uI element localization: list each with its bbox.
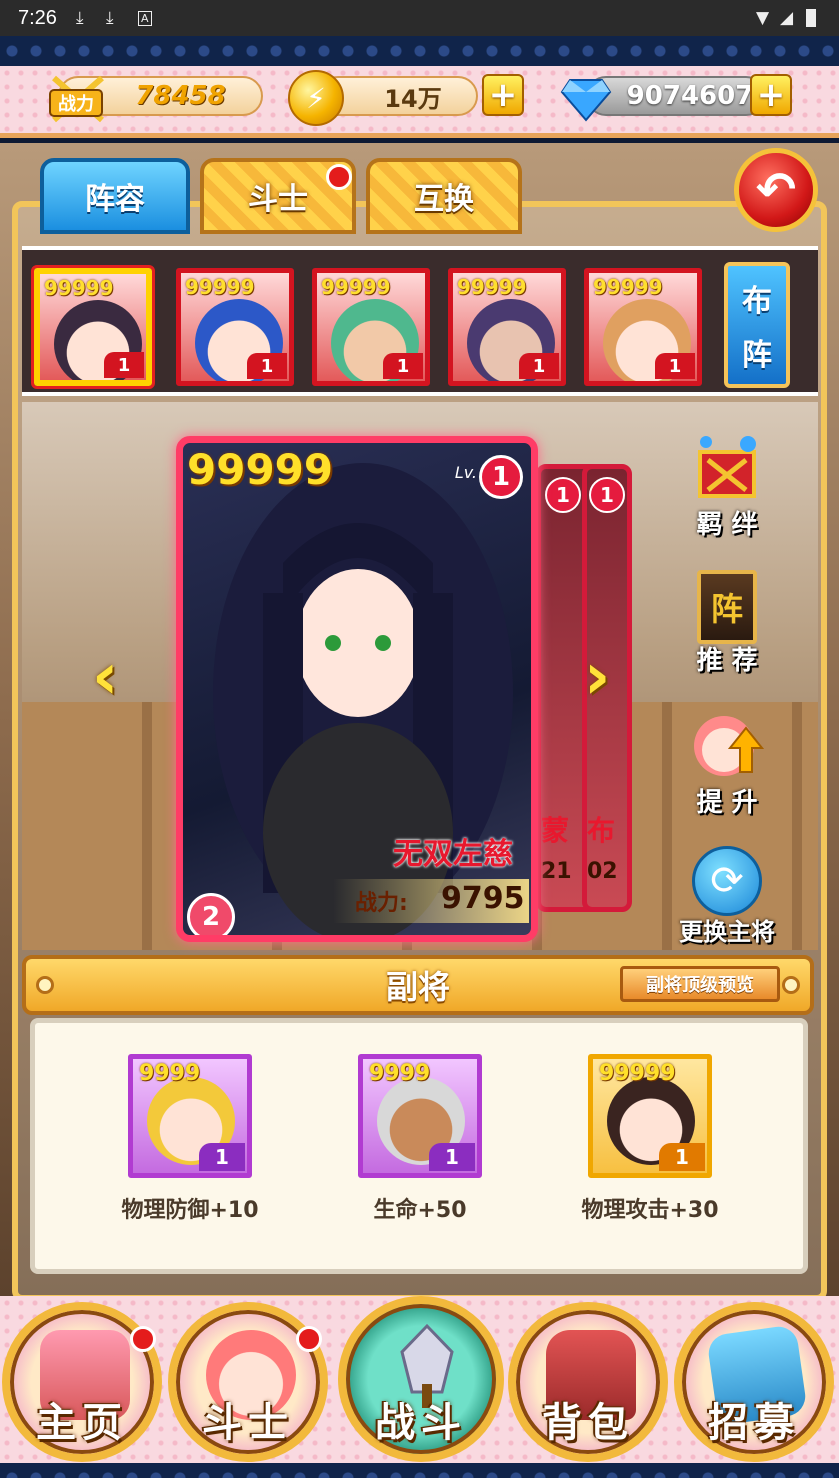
card-power: 02: [587, 859, 618, 884]
formation-book-icon: 阵: [697, 570, 757, 644]
tab-swap[interactable]: 互换: [366, 158, 522, 234]
nav-recruit[interactable]: 招募: [674, 1302, 834, 1462]
sub-general-slot[interactable]: 9999 1: [358, 1054, 482, 1178]
swap-cycle-icon: ⟳: [692, 846, 762, 916]
card-level: 1: [545, 477, 581, 513]
sub-general-bonus: 生命+50: [373, 1198, 467, 1223]
card-name: 布: [587, 814, 616, 847]
notification-badge: [130, 1326, 156, 1352]
recommend-button[interactable]: 阵 推 荐: [672, 570, 782, 677]
card-level: 1: [589, 477, 625, 513]
upgrade-arrow-icon: [694, 716, 765, 776]
sub-generals-title: 副将: [385, 968, 450, 1006]
wifi-icon: ▼: [756, 8, 770, 28]
next-hero-arrow[interactable]: ›: [584, 640, 610, 714]
back-button[interactable]: ↶: [734, 148, 818, 232]
change-leader-label: 更换主将: [679, 918, 775, 946]
lineup-hero-slot[interactable]: 99999 1: [312, 268, 430, 386]
hero-name: 无双左慈: [393, 837, 513, 872]
top-preview-button[interactable]: 副将顶级预览: [620, 966, 780, 1002]
recommend-label: 推 荐: [696, 646, 758, 676]
a-icon: A: [138, 11, 152, 26]
power-label: 战力: [58, 94, 94, 115]
star-count: 99999: [593, 275, 663, 299]
hero-level: 1: [199, 1143, 245, 1171]
bond-label: 羁 绊: [696, 510, 758, 540]
download-icon: ⤓: [106, 8, 114, 28]
top-border-band: [0, 36, 839, 66]
formation-label: 布: [742, 284, 772, 319]
star-count: 99999: [185, 275, 255, 299]
rivet-decoration: [36, 976, 54, 994]
hero-level: 1: [383, 353, 423, 379]
star-count: 99999: [187, 445, 334, 494]
sub-general-bonus: 物理防御+10: [121, 1198, 259, 1223]
lineup-hero-slot[interactable]: 99999 1: [448, 268, 566, 386]
previous-hero-arrow[interactable]: ‹: [92, 640, 118, 714]
star-count: 99999: [321, 275, 391, 299]
status-time: 7:26: [18, 7, 57, 29]
notification-badge: [326, 164, 352, 190]
sub-general-slot[interactable]: 99999 1: [588, 1054, 712, 1178]
download-icon: ⤓: [76, 8, 84, 28]
crossed-swords-icon: 战力: [49, 75, 104, 123]
signal-icon: ◢: [780, 8, 794, 28]
bottom-border-band: [0, 1463, 839, 1478]
nav-fighters-label: 斗士: [202, 1400, 294, 1446]
star-count: 99999: [457, 275, 527, 299]
nav-home-label: 主页: [36, 1400, 128, 1446]
hero-level: 1: [429, 1143, 475, 1171]
hero-level: 1: [519, 353, 559, 379]
lineup-hero-slot[interactable]: 99999 1: [584, 268, 702, 386]
star-count: 9999: [139, 1061, 201, 1086]
star-count: 99999: [599, 1061, 676, 1086]
sub-general-bonus: 物理攻击+30: [581, 1198, 719, 1223]
star-count: 9999: [369, 1061, 431, 1086]
battery-icon: [806, 9, 816, 27]
main-hero-card[interactable]: 99999 Lv. 1 无双左慈 战力: 9795 2: [176, 436, 538, 942]
tab-lineup[interactable]: 阵容: [40, 158, 190, 234]
nav-bag[interactable]: 背包: [508, 1302, 668, 1462]
nav-bag-label: 背包: [542, 1400, 634, 1446]
power-label: 战力:: [355, 891, 408, 916]
bond-icon: [698, 436, 756, 498]
lineup-hero-slot[interactable]: 99999 1: [31, 265, 155, 389]
hero-level: 1: [655, 353, 695, 379]
nav-recruit-label: 招募: [708, 1400, 800, 1446]
level-label: Lv.: [454, 463, 477, 482]
hero-rank: 2: [187, 893, 235, 935]
notification-badge: [296, 1326, 322, 1352]
hero-level: 1: [659, 1143, 705, 1171]
lineup-hero-slot[interactable]: 99999 1: [176, 268, 294, 386]
formation-label: 阵: [742, 338, 772, 373]
bond-button[interactable]: 羁 绊: [672, 430, 782, 541]
hero-level: 1: [479, 455, 523, 499]
resource-bar: 78458 战力 14万 ⚡ + 9074607 +: [0, 66, 839, 138]
nav-battle[interactable]: 战斗: [338, 1296, 504, 1462]
sub-general-slot[interactable]: 9999 1: [128, 1054, 252, 1178]
upgrade-label: 提 升: [696, 788, 758, 818]
return-arrow-icon: ↶: [755, 162, 797, 218]
card-power: 21: [541, 859, 572, 884]
gem-display: 9074607: [586, 76, 766, 116]
hero-level: 1: [247, 353, 287, 379]
hero-level: 1: [104, 352, 144, 378]
formation-button[interactable]: 布 阵: [724, 262, 790, 388]
status-bar: 7:26 ⤓ ⤓ A ▼ ◢: [0, 0, 839, 36]
nav-battle-label: 战斗: [375, 1400, 467, 1446]
lineup-strip: 99999 1 99999 1 99999 1 99999 1 99999 1: [22, 246, 818, 396]
add-gems-button[interactable]: +: [750, 74, 792, 116]
upgrade-button[interactable]: 提 升: [672, 708, 782, 819]
coin-icon: ⚡: [288, 70, 344, 126]
rivet-decoration: [782, 976, 800, 994]
star-count: 99999: [44, 276, 114, 300]
add-coins-button[interactable]: +: [482, 74, 524, 116]
card-name: 蒙: [541, 814, 570, 847]
change-leader-button[interactable]: ⟳ 更换主将: [662, 846, 792, 947]
hero-power: 9795: [441, 881, 525, 916]
diamond-icon: [560, 79, 612, 122]
